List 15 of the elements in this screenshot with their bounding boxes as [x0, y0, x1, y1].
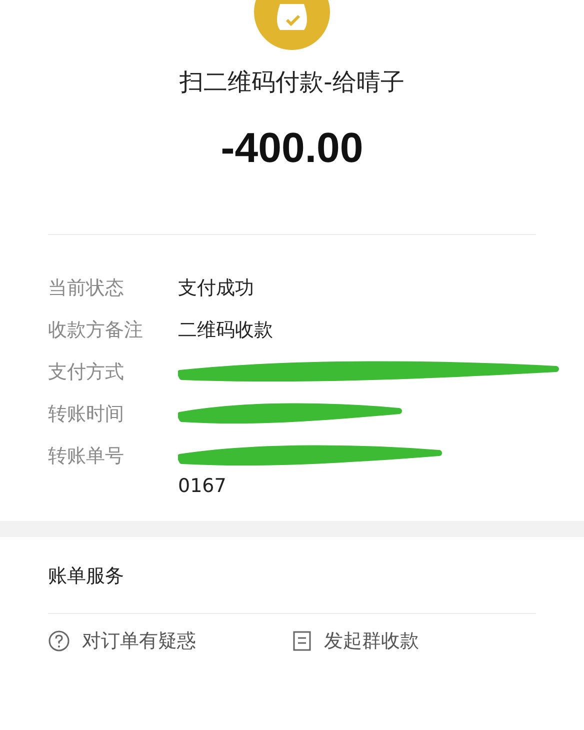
question-icon — [48, 630, 70, 652]
detail-label: 当前状态 — [48, 276, 125, 301]
detail-label: 转账时间 — [48, 402, 125, 427]
section-title: 账单服务 — [48, 564, 125, 589]
detail-value: 支付成功 — [178, 276, 255, 301]
detail-value: 0167 — [178, 475, 228, 497]
payment-title: 扫二维码付款-给晴子 — [180, 67, 404, 98]
amount: -400.00 — [220, 124, 364, 172]
service-action[interactable]: 对订单有疑惑 — [48, 628, 292, 654]
detail-label: 收款方备注 — [48, 318, 144, 343]
group-receipt-icon — [292, 631, 312, 651]
detail-label: 转账单号 — [48, 444, 125, 469]
service-action[interactable]: 发起群收款 — [292, 628, 536, 654]
detail-value: 二维码收款 — [178, 318, 274, 343]
detail-label: 支付方式 — [48, 360, 125, 385]
